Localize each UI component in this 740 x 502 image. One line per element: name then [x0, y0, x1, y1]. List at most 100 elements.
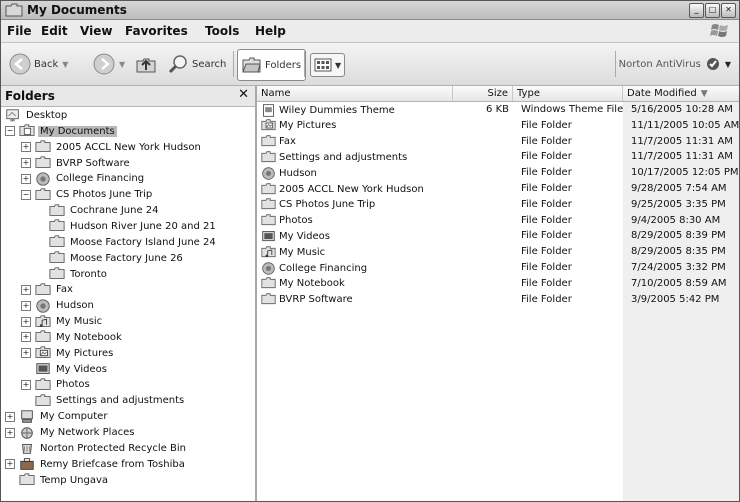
column-header-size[interactable]: Size: [453, 86, 513, 101]
file-row[interactable]: CS Photos June Trip File Folder 9/25/2005 …: [257, 197, 739, 213]
tree-item[interactable]: + College Financing: [21, 171, 146, 186]
back-dropdown-icon[interactable]: ▼: [62, 60, 68, 69]
tree-item[interactable]: Moose Factory Island June 24: [49, 235, 218, 250]
tree-item[interactable]: − My Documents: [5, 124, 117, 139]
file-row[interactable]: BVRP Software File Folder 3/9/2005 5:42 PM: [257, 292, 739, 308]
folder-icon: [261, 197, 276, 212]
expand-icon[interactable]: +: [21, 332, 31, 343]
tree-item[interactable]: + My Computer: [5, 409, 109, 424]
forward-dropdown-icon[interactable]: ▼: [119, 60, 125, 69]
menu-view[interactable]: View: [80, 24, 112, 38]
tree-item[interactable]: Moose Factory June 26: [49, 251, 185, 266]
desktop-icon: [5, 108, 21, 124]
collapse-icon[interactable]: −: [21, 189, 31, 200]
expand-icon[interactable]: +: [21, 348, 31, 359]
expand-icon[interactable]: +: [5, 411, 15, 422]
menu-favorites[interactable]: Favorites: [125, 24, 188, 38]
file-row[interactable]: College Financing File Folder 7/24/2005 3:…: [257, 260, 739, 276]
maximize-button[interactable]: □: [705, 3, 720, 18]
tree-item[interactable]: Hudson River June 20 and 21: [49, 219, 218, 234]
file-row[interactable]: Settings and adjustments File Folder 11/7/…: [257, 149, 739, 165]
column-header-type[interactable]: Type: [513, 86, 623, 101]
list-header: Name Size Type Date Modified ▼: [257, 86, 739, 102]
tree-item-label: My Videos: [56, 363, 107, 375]
expand-icon[interactable]: +: [21, 173, 31, 184]
special-folder-icon: [35, 171, 51, 187]
tree-item[interactable]: Temp Ungava: [5, 473, 110, 488]
expand-icon[interactable]: +: [5, 459, 15, 470]
collapse-icon[interactable]: −: [5, 126, 15, 137]
tree-item[interactable]: + BVRP Software: [21, 156, 132, 171]
file-row[interactable]: Fax File Folder 11/7/2005 11:31 AM: [257, 134, 739, 150]
folder-icon: [49, 234, 65, 250]
tree-item[interactable]: + My Notebook: [21, 330, 124, 345]
tree-item[interactable]: + Remy Briefcase from Toshiba: [5, 457, 187, 472]
expand-icon[interactable]: +: [21, 300, 31, 311]
minimize-button[interactable]: _: [689, 3, 704, 18]
tree-item[interactable]: + Fax: [21, 282, 75, 297]
expand-icon[interactable]: +: [5, 427, 15, 438]
close-pane-icon[interactable]: ✕: [238, 87, 249, 102]
file-row[interactable]: My Notebook File Folder 7/10/2005 8:59 AM: [257, 276, 739, 292]
up-folder-button[interactable]: [135, 51, 157, 77]
file-row[interactable]: 2005 ACCL New York Hudson File Folder 9/28…: [257, 181, 739, 197]
tree-item[interactable]: + My Music: [21, 314, 104, 329]
tree-item[interactable]: + Hudson: [21, 298, 96, 313]
expand-icon[interactable]: +: [21, 316, 31, 327]
tree-item[interactable]: Cochrane June 24: [49, 203, 161, 218]
close-button[interactable]: ✕: [721, 3, 736, 18]
file-size: 6 KB: [486, 104, 509, 115]
tree-item[interactable]: − CS Photos June Trip: [21, 187, 154, 202]
file-date-modified: 5/16/2005 10:28 AM: [631, 104, 733, 115]
views-button[interactable]: ▼: [310, 53, 346, 77]
expand-icon[interactable]: +: [21, 379, 31, 390]
menu-edit[interactable]: Edit: [41, 24, 68, 38]
folder-icon: [261, 182, 276, 197]
tree-item[interactable]: Desktop: [5, 108, 69, 123]
tree-item-label: Remy Briefcase from Toshiba: [40, 458, 185, 470]
norton-dropdown-icon[interactable]: ▼: [725, 60, 731, 69]
window-controls: _ □ ✕: [689, 3, 736, 18]
norton-antivirus-button[interactable]: Norton AntiVirus ▼: [619, 57, 731, 71]
tree-item-label: My Notebook: [56, 331, 122, 343]
views-grid-icon: [314, 58, 332, 72]
folders-button[interactable]: Folders: [237, 49, 307, 81]
file-row[interactable]: Wiley Dummies Theme 6 KB Windows Theme Fil…: [257, 102, 739, 118]
file-row[interactable]: My Pictures File Folder 11/11/2005 10:05 A…: [257, 118, 739, 134]
back-arrow-icon: [9, 53, 31, 75]
tree-item[interactable]: Toronto: [49, 267, 109, 282]
back-button[interactable]: Back ▼: [9, 51, 68, 77]
file-row[interactable]: My Music File Folder 8/29/2005 8:35 PM: [257, 244, 739, 260]
computer-icon: [19, 409, 35, 425]
title-bar[interactable]: My Documents _ □ ✕: [1, 1, 739, 20]
theme-file-icon: [261, 103, 276, 118]
tree-item-label: CS Photos June Trip: [56, 189, 153, 201]
tree-item-label: College Financing: [56, 173, 145, 185]
tree-item[interactable]: + My Network Places: [5, 425, 136, 440]
file-name: My Videos: [279, 230, 330, 242]
file-row[interactable]: Hudson File Folder 10/17/2005 12:05 PM: [257, 165, 739, 181]
tree-item[interactable]: + My Pictures: [21, 346, 115, 361]
tree-item[interactable]: +2005 ACCL New York Hudson: [21, 140, 203, 155]
expand-icon[interactable]: +: [21, 284, 31, 295]
menu-help[interactable]: Help: [255, 24, 286, 38]
folders-pane: Folders ✕ Desktop − My Documents +2005 ACCL…: [1, 86, 257, 501]
file-row[interactable]: Photos File Folder 9/4/2005 8:30 AM: [257, 213, 739, 229]
menu-tools[interactable]: Tools: [205, 24, 239, 38]
special-folder-icon: [261, 166, 276, 181]
file-row[interactable]: My Videos File Folder 8/29/2005 8:39 PM: [257, 228, 739, 244]
expand-icon[interactable]: +: [21, 142, 31, 153]
file-name: Wiley Dummies Theme: [279, 104, 395, 116]
tree-item[interactable]: My Videos: [21, 362, 109, 377]
search-button[interactable]: Search: [167, 51, 226, 77]
tree-item[interactable]: Norton Protected Recycle Bin: [5, 441, 188, 456]
column-header-name[interactable]: Name: [257, 86, 453, 101]
file-name: Hudson: [279, 167, 317, 179]
expand-icon[interactable]: +: [21, 158, 31, 169]
tree-item[interactable]: + Photos: [21, 377, 92, 392]
file-date-modified: 9/25/2005 3:35 PM: [631, 198, 726, 210]
tree-item[interactable]: Settings and adjustments: [21, 393, 186, 408]
column-header-date[interactable]: Date Modified ▼: [623, 86, 739, 101]
menu-file[interactable]: File: [7, 24, 32, 38]
forward-button[interactable]: ▼: [93, 51, 125, 77]
